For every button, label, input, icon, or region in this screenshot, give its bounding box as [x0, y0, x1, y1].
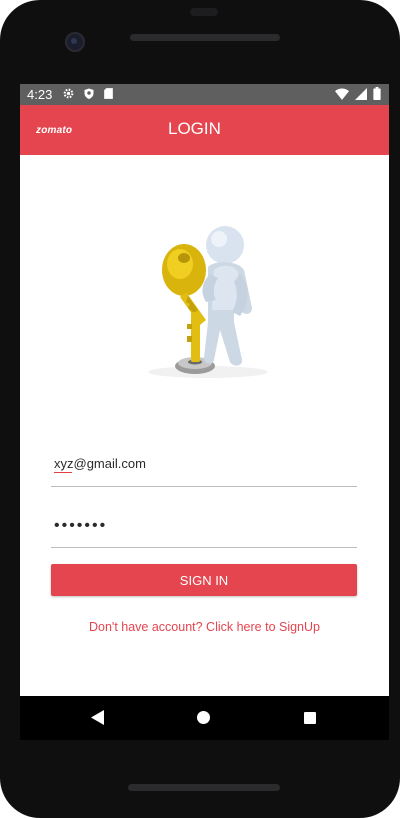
sd-card-icon [104, 88, 113, 99]
email-input[interactable] [54, 456, 344, 471]
password-input[interactable] [54, 517, 344, 535]
status-bar: 4:23 [20, 84, 389, 105]
bottom-speaker [128, 784, 280, 791]
earpiece-notch [190, 8, 218, 16]
signal-icon [355, 87, 367, 100]
email-field[interactable] [51, 450, 357, 487]
password-field[interactable] [51, 511, 357, 548]
sign-in-button[interactable]: SIGN IN [51, 564, 357, 596]
spellcheck-underline [54, 472, 72, 473]
front-camera-icon [65, 32, 85, 52]
settings-icon [63, 88, 74, 99]
brand-logo: zomato [36, 125, 73, 136]
status-right-icons [335, 87, 381, 100]
home-icon[interactable] [197, 711, 210, 724]
back-icon[interactable] [91, 710, 105, 725]
phone-device: 4:23 zomato LOGIN xyz@gmail.com ••••••• … [0, 0, 400, 818]
app-screen: 4:23 zomato LOGIN xyz@gmail.com ••••••• … [20, 84, 389, 696]
recents-icon[interactable] [304, 712, 316, 724]
shield-icon [84, 88, 94, 99]
status-time: 4:23 [27, 87, 53, 102]
status-left-icons [62, 87, 114, 100]
battery-icon [373, 87, 381, 100]
app-bar: zomato LOGIN [20, 105, 389, 155]
top-speaker [130, 34, 280, 41]
person-with-key-icon [148, 226, 268, 378]
wifi-icon [335, 87, 349, 100]
signup-link[interactable]: Don't have account? Click here to SignUp [20, 620, 389, 634]
page-title: LOGIN [168, 119, 221, 138]
nav-bar [20, 696, 389, 740]
